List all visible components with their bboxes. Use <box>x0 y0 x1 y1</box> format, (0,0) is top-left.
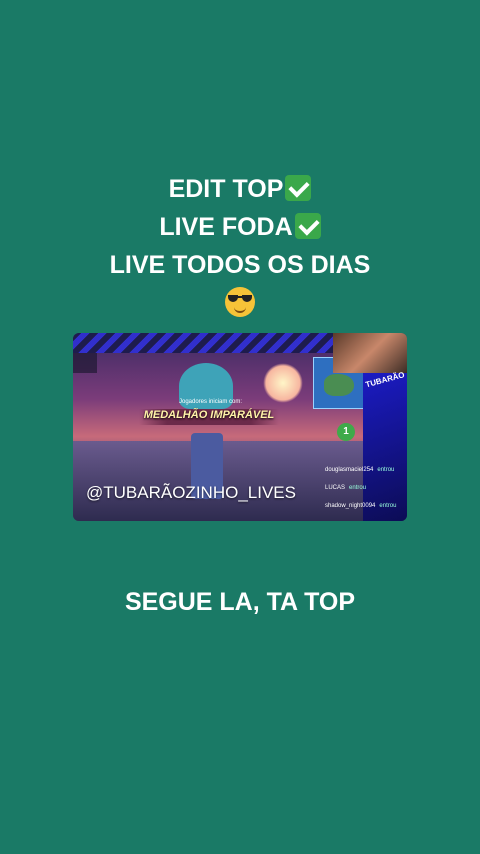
channel-handle: @TUBARÃOZINHO_LIVES <box>86 483 296 502</box>
caption-line-1-text: EDIT TOP <box>168 175 284 203</box>
webcam-overlay <box>333 333 407 373</box>
hint-text: Jogadores iniciam com: <box>179 399 243 405</box>
medal-banner: MEDALHÃO IMPARÁVEL <box>139 409 279 425</box>
chat-row: douglasmaciel254 entrou <box>325 467 395 473</box>
sun-glow <box>263 363 303 403</box>
chat-feed: douglasmaciel254 entrou LUCAS entrou shado… <box>325 461 405 515</box>
caption: EDIT TOP LIVE FODA LIVE TODOS OS DIAS <box>0 170 480 322</box>
shield-icon: 1 <box>337 423 355 441</box>
check-mark-icon <box>285 175 312 201</box>
sunglasses-face-icon <box>225 287 255 317</box>
caption-line-1: EDIT TOP <box>0 170 480 208</box>
top-banner <box>73 333 333 353</box>
caption-line-2-text: LIVE FODA <box>159 213 293 241</box>
caption-line-2: LIVE FODA <box>0 208 480 246</box>
caption-line-3: LIVE TODOS OS DIAS <box>109 251 371 279</box>
check-mark-icon <box>294 213 321 239</box>
chat-row: LUCAS entrou <box>325 485 367 491</box>
chat-row: shadow_night0094 entrou <box>325 503 397 509</box>
caption-line-4 <box>0 284 480 322</box>
hud-status <box>73 353 97 373</box>
stream-thumbnail[interactable]: Jogadores iniciam com: MEDALHÃO IMPARÁVE… <box>73 333 407 521</box>
call-to-action: SEGUE LA, TA TOP <box>124 588 356 616</box>
